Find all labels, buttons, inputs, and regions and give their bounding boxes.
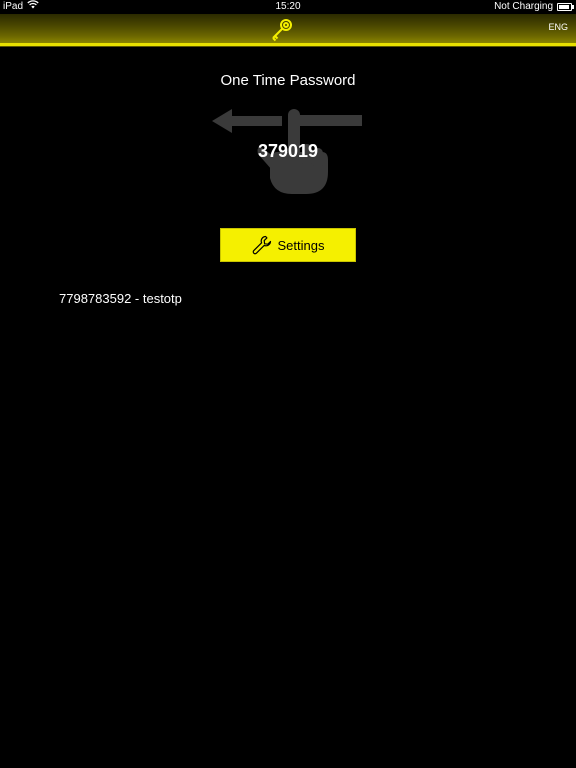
battery-icon bbox=[557, 3, 574, 11]
status-right: Not Charging bbox=[494, 0, 574, 14]
settings-button-label: Settings bbox=[277, 237, 325, 253]
header-shadow-line bbox=[0, 46, 576, 47]
wrench-icon bbox=[252, 235, 272, 255]
page-title: One Time Password bbox=[220, 72, 356, 89]
otp-code: 379019 bbox=[257, 141, 319, 161]
settings-button[interactable]: Settings bbox=[220, 228, 356, 262]
status-time: 15:20 bbox=[275, 1, 301, 12]
language-selector[interactable]: ENG bbox=[548, 22, 568, 32]
status-bar: iPad 15:20 Not Charging bbox=[0, 0, 576, 14]
charging-status: Not Charging bbox=[494, 1, 553, 12]
account-label: 7798783592 - testotp bbox=[59, 291, 182, 306]
key-icon bbox=[268, 17, 296, 43]
